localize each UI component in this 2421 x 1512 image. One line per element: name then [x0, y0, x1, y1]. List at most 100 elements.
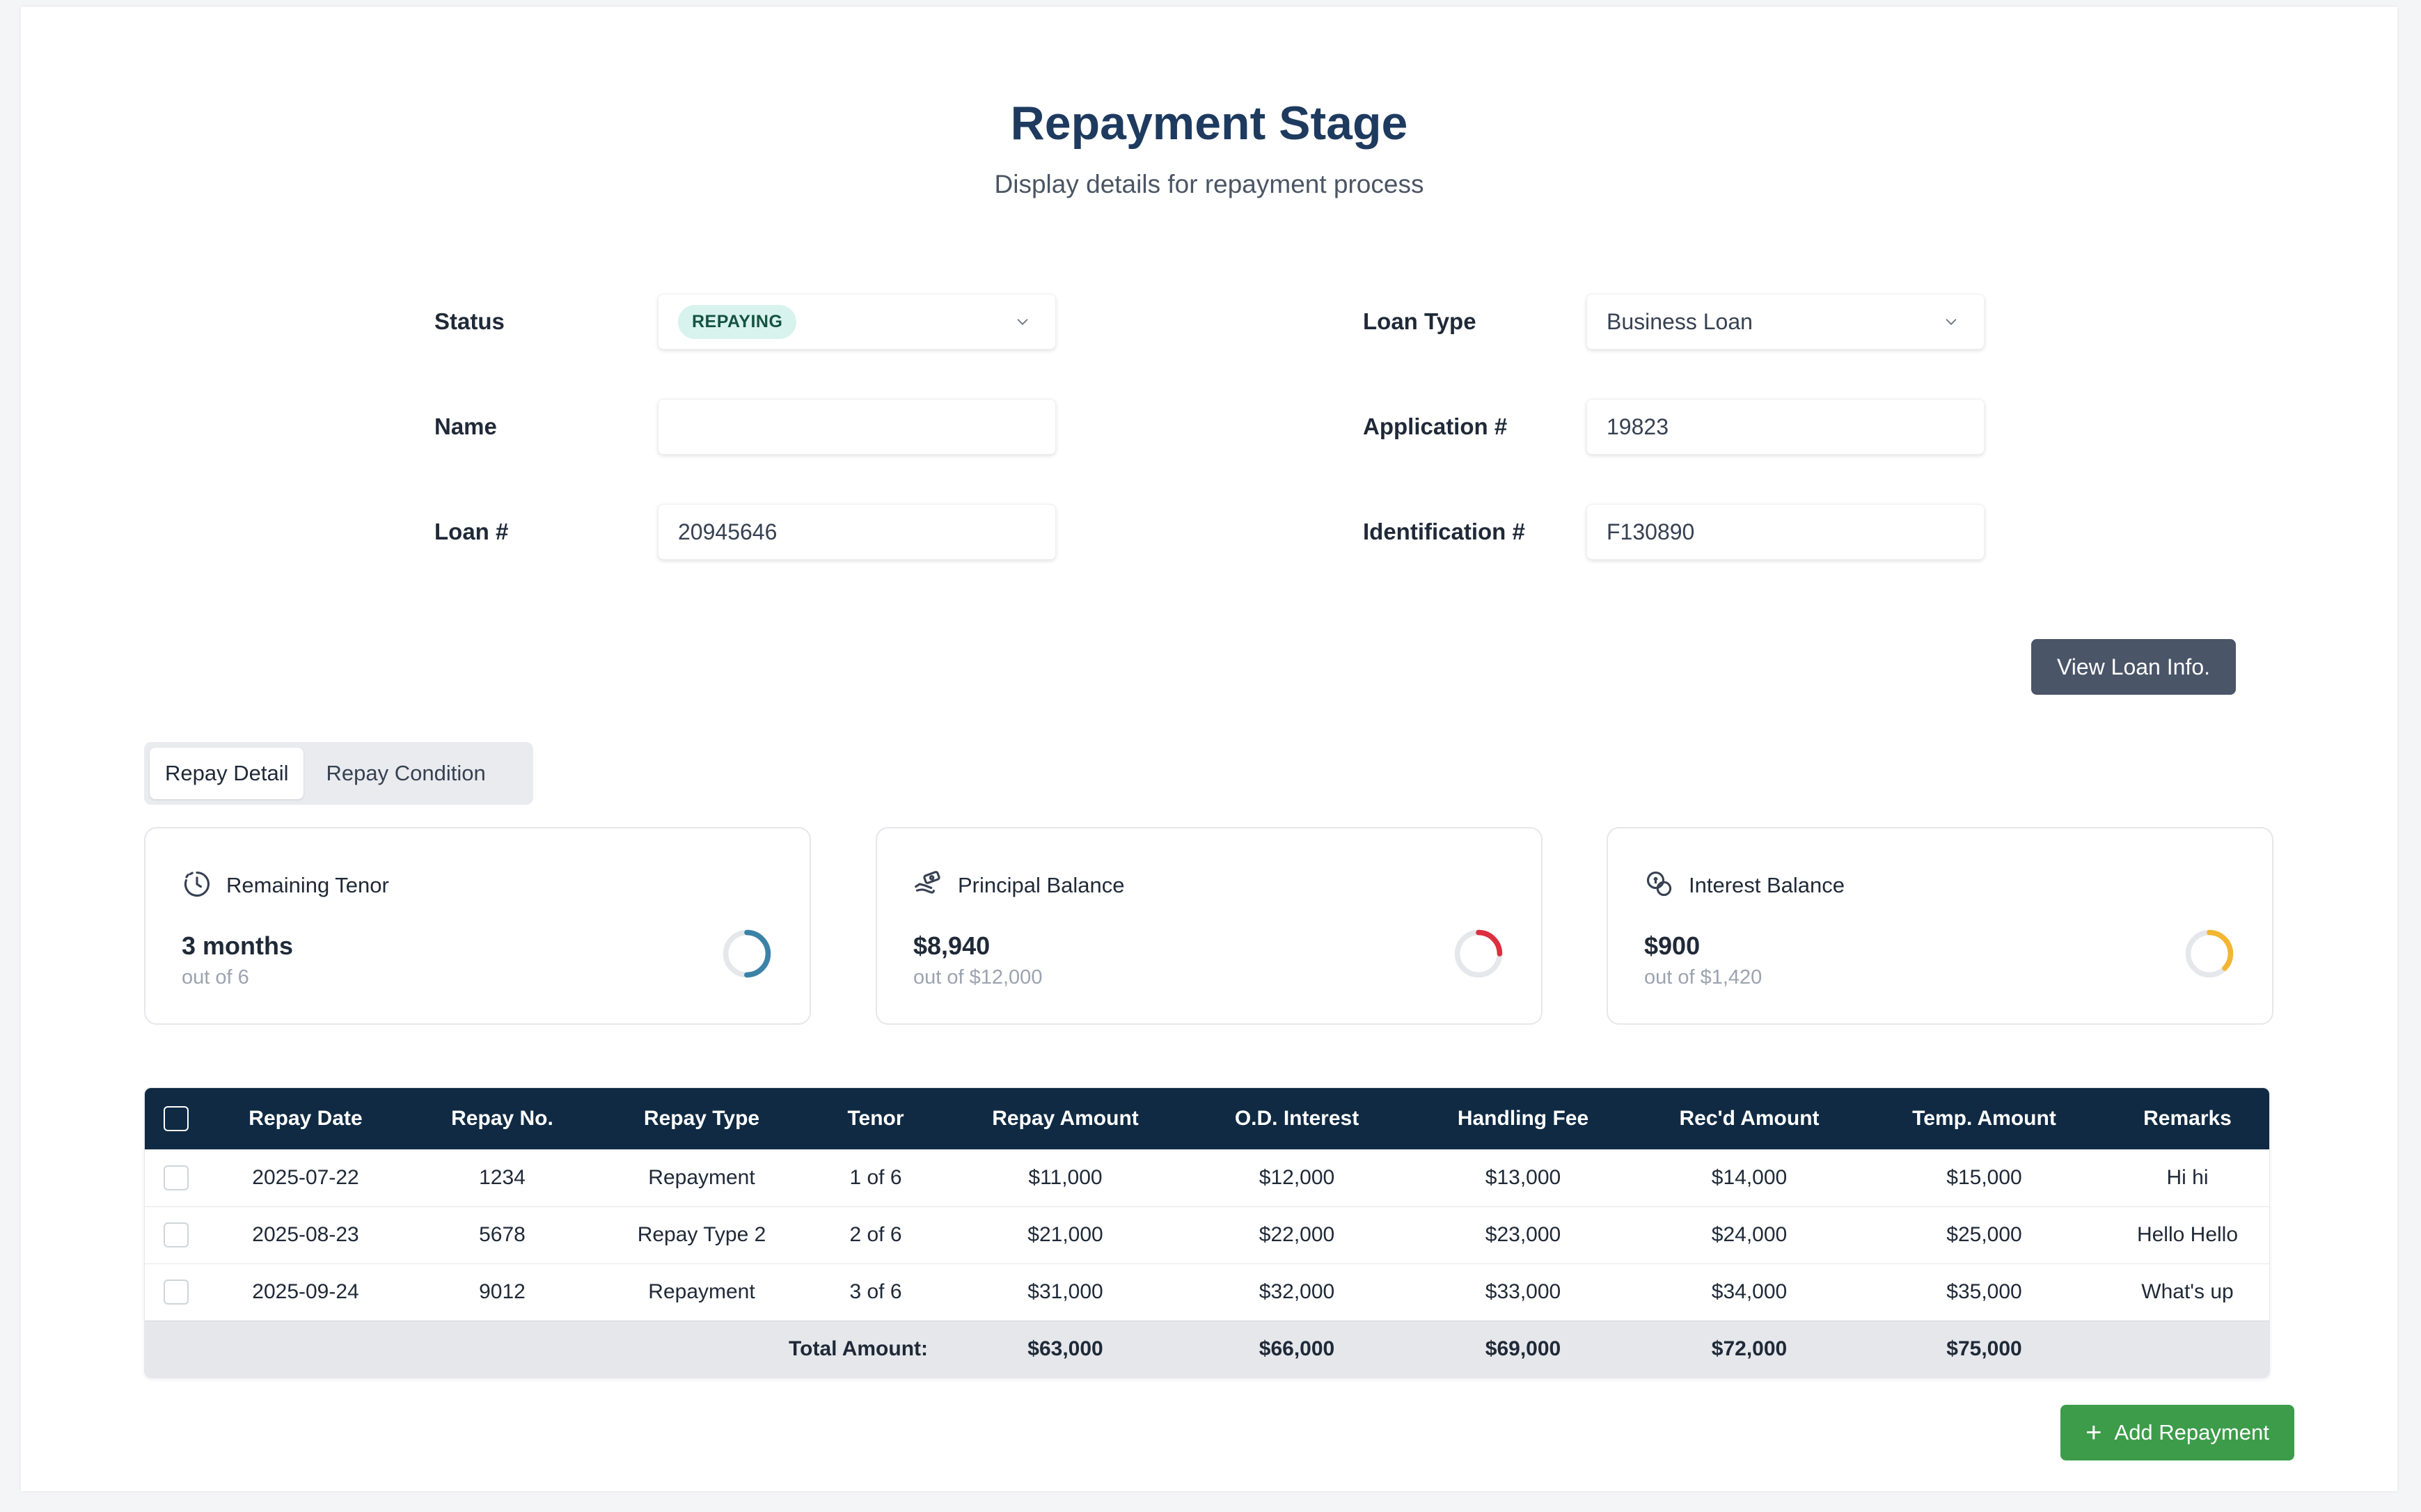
table-cell: $22,000 — [1182, 1206, 1412, 1263]
column-header[interactable]: Temp. Amount — [1864, 1088, 2104, 1149]
card-subtext: out of $12,000 — [913, 966, 1043, 989]
repayment-page: Repayment Stage Display details for repa… — [21, 7, 2397, 1491]
column-header[interactable]: O.D. Interest — [1182, 1088, 1412, 1149]
interest-balance-card: Interest Balance $900 out of $1,420 — [1607, 827, 2273, 1025]
table-cell: $33,000 — [1412, 1263, 1634, 1321]
table-cell: Repayment — [601, 1149, 803, 1206]
table-cell: 1234 — [404, 1149, 601, 1206]
table-cell: $14,000 — [1634, 1149, 1864, 1206]
total-row: Total Amount: $63,000 $66,000 $69,000 $7… — [145, 1320, 2269, 1378]
table-cell: Hi hi — [2104, 1149, 2269, 1206]
table-cell: $24,000 — [1634, 1206, 1864, 1263]
card-title: Remaining Tenor — [226, 873, 389, 897]
table-cell: 1 of 6 — [803, 1149, 949, 1206]
page-subtitle: Display details for repayment process — [994, 170, 1424, 198]
table-cell: $11,000 — [949, 1149, 1182, 1206]
application-no-label: Application # — [1363, 414, 1508, 439]
money-hand-icon — [915, 871, 940, 894]
table-header-row: Repay Date Repay No. Repay Type Tenor Re… — [145, 1088, 2269, 1149]
status-select[interactable]: REPAYING — [658, 294, 1056, 349]
tab-repay-condition[interactable]: Repay Condition — [310, 748, 500, 799]
repayment-table: Repay Date Repay No. Repay Type Tenor Re… — [144, 1087, 2270, 1378]
page-title: Repayment Stage — [1010, 97, 1408, 150]
column-header[interactable]: Remarks — [2104, 1088, 2269, 1149]
card-title: Principal Balance — [958, 873, 1125, 897]
total-empty-cell — [2104, 1320, 2269, 1378]
column-header[interactable]: Handling Fee — [1412, 1088, 1634, 1149]
plus-icon: + — [2085, 1417, 2102, 1448]
table-cell: $23,000 — [1412, 1206, 1634, 1263]
table-cell: $34,000 — [1634, 1263, 1864, 1321]
card-value: $8,940 — [913, 931, 991, 960]
card-value: 3 months — [182, 931, 294, 960]
table-cell: 9012 — [404, 1263, 601, 1321]
chevron-down-icon — [1017, 319, 1028, 325]
table-row[interactable]: 2025-09-24 9012 Repayment 3 of 6 $31,000… — [145, 1263, 2269, 1321]
row-select-cell — [145, 1206, 207, 1263]
table-row[interactable]: 2025-07-22 1234 Repayment 1 of 6 $11,000… — [145, 1149, 2269, 1206]
table-cell: Repay Type 2 — [601, 1206, 803, 1263]
row-select-cell — [145, 1263, 207, 1321]
status-label: Status — [434, 308, 505, 334]
identification-no-label: Identification # — [1363, 519, 1525, 544]
total-cell: $66,000 — [1182, 1320, 1412, 1378]
loan-type-select[interactable]: Business Loan — [1586, 294, 1985, 349]
card-subtext: out of $1,420 — [1644, 966, 1762, 989]
table-cell: Repayment — [601, 1263, 803, 1321]
table-cell: 5678 — [404, 1206, 601, 1263]
table-cell: $32,000 — [1182, 1263, 1412, 1321]
table-cell: $15,000 — [1864, 1149, 2104, 1206]
column-header[interactable]: Tenor — [803, 1088, 949, 1149]
table-cell: $13,000 — [1412, 1149, 1634, 1206]
column-header[interactable]: Rec'd Amount — [1634, 1088, 1864, 1149]
remaining-tenor-card: Remaining Tenor 3 months out of 6 — [144, 827, 811, 1025]
total-cell: $69,000 — [1412, 1320, 1634, 1378]
table-cell: $21,000 — [949, 1206, 1182, 1263]
card-subtext: out of 6 — [182, 966, 249, 989]
total-label: Total Amount: — [145, 1320, 949, 1378]
table-row[interactable]: 2025-08-23 5678 Repay Type 2 2 of 6 $21,… — [145, 1206, 2269, 1263]
total-cell: $72,000 — [1634, 1320, 1864, 1378]
progress-ring — [723, 929, 771, 978]
table-cell: What's up — [2104, 1263, 2269, 1321]
column-header[interactable]: Repay Date — [207, 1088, 404, 1149]
table-cell: 2025-09-24 — [207, 1263, 404, 1321]
table-cell: $12,000 — [1182, 1149, 1412, 1206]
column-header[interactable]: Repay No. — [404, 1088, 601, 1149]
row-checkbox[interactable] — [164, 1222, 189, 1248]
row-checkbox[interactable] — [164, 1165, 189, 1191]
table-cell: $31,000 — [949, 1263, 1182, 1321]
table-cell: $35,000 — [1864, 1263, 2104, 1321]
total-cell: $75,000 — [1864, 1320, 2104, 1378]
column-header[interactable]: Repay Type — [601, 1088, 803, 1149]
chevron-down-icon — [1946, 319, 1957, 325]
loan-no-label: Loan # — [434, 519, 509, 544]
card-value: $900 — [1644, 931, 1701, 960]
principal-balance-card: Principal Balance $8,940 out of $12,000 — [876, 827, 1543, 1025]
row-checkbox[interactable] — [164, 1279, 189, 1305]
add-repayment-button[interactable]: + Add Repayment — [2060, 1405, 2294, 1460]
identification-no-field[interactable]: F130890 — [1586, 504, 1985, 560]
card-title: Interest Balance — [1689, 873, 1845, 897]
application-no-field[interactable]: 19823 — [1586, 399, 1985, 455]
select-all-cell — [145, 1088, 207, 1149]
table-cell: 2 of 6 — [803, 1206, 949, 1263]
name-field[interactable] — [658, 399, 1056, 455]
row-select-cell — [145, 1149, 207, 1206]
table-cell: 2025-08-23 — [207, 1206, 404, 1263]
progress-ring — [2185, 929, 2234, 978]
status-badge: REPAYING — [678, 304, 797, 339]
add-repayment-label: Add Repayment — [2114, 1420, 2269, 1444]
progress-ring — [1454, 929, 1503, 978]
select-all-checkbox[interactable] — [164, 1105, 189, 1131]
view-loan-info-button[interactable]: View Loan Info. — [2031, 639, 2236, 695]
table-cell: Hello Hello — [2104, 1206, 2269, 1263]
tab-repay-detail[interactable]: Repay Detail — [150, 748, 304, 799]
name-label: Name — [434, 414, 497, 439]
column-header[interactable]: Repay Amount — [949, 1088, 1182, 1149]
clock-icon — [184, 871, 210, 897]
loan-no-field[interactable]: 20945646 — [658, 504, 1056, 560]
coins-icon — [1646, 871, 1672, 897]
loan-type-value: Business Loan — [1607, 308, 1753, 334]
table-cell: 3 of 6 — [803, 1263, 949, 1321]
